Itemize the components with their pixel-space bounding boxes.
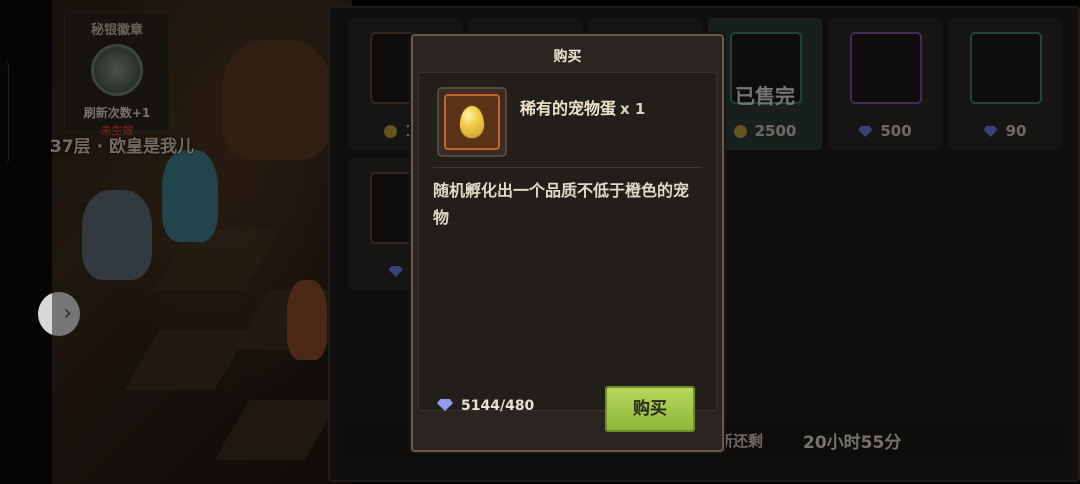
dialog-title: 购买 — [553, 49, 582, 65]
item-rarity-frame — [444, 94, 500, 150]
cost-value: 5144/480 — [461, 398, 535, 414]
divider — [433, 167, 702, 168]
buy-button[interactable]: 购买 — [605, 386, 695, 432]
item-frame — [437, 87, 507, 157]
item-quantity: x 1 — [620, 100, 646, 118]
screen-notch — [0, 60, 9, 165]
left-edge-strip — [0, 0, 52, 484]
item-name: 稀有的宠物蛋 x 1 — [520, 99, 646, 118]
purchase-dialog: 购买 稀有的宠物蛋 x 1 随机孵化出一个品质不低于橙色的宠物 5144/480 … — [411, 34, 724, 452]
diamond-icon — [437, 399, 453, 411]
egg-icon — [459, 105, 485, 139]
item-description: 随机孵化出一个品质不低于橙色的宠物 — [433, 181, 690, 227]
dialog-content: 稀有的宠物蛋 x 1 随机孵化出一个品质不低于橙色的宠物 — [418, 72, 717, 411]
cost-display: 5144/480 — [437, 398, 534, 414]
